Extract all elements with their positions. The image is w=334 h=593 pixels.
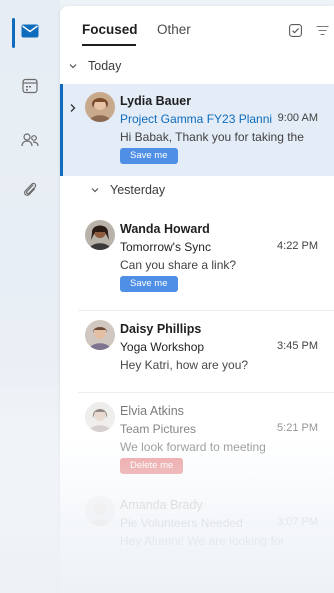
- avatar: [85, 496, 115, 526]
- chevron-down-icon: [68, 61, 78, 71]
- outlook-app: Focused Other Today Lydia Bauer Project …: [0, 0, 334, 593]
- group-header-yesterday[interactable]: Yesterday: [60, 176, 334, 204]
- message-item[interactable]: Lydia Bauer Project Gamma FY23 Planni 9:…: [60, 84, 334, 176]
- message-subject: Yoga Workshop: [120, 340, 205, 354]
- message-sender: Amanda Brady: [120, 498, 203, 512]
- tab-focused[interactable]: Focused: [82, 22, 138, 37]
- message-preview: Hey Alumni! We are looking for: [120, 534, 285, 548]
- message-time: 3:07 PM: [277, 516, 318, 528]
- rail-calendar-button[interactable]: [0, 68, 60, 108]
- message-subject: Tomorrow's Sync: [120, 240, 211, 254]
- filter-icon[interactable]: [315, 23, 329, 37]
- message-time: 3:45 PM: [277, 340, 318, 352]
- message-list-pane: Focused Other Today Lydia Bauer Project …: [60, 6, 334, 593]
- delete-me-button[interactable]: Delete me: [120, 458, 184, 474]
- message-sender: Wanda Howard: [120, 222, 210, 236]
- save-me-button[interactable]: Save me: [120, 276, 178, 292]
- message-subject: Pie Volunteers Needed: [120, 516, 243, 530]
- message-time: 4:22 PM: [277, 240, 318, 252]
- tab-other[interactable]: Other: [157, 22, 191, 37]
- calendar-icon: [22, 78, 38, 99]
- app-rail: [0, 0, 60, 593]
- selection-indicator: [60, 84, 63, 176]
- message-time: 5:21 PM: [277, 422, 318, 434]
- group-header-today[interactable]: Today: [60, 52, 334, 80]
- message-item[interactable]: Wanda Howard Tomorrow's Sync 4:22 PM Can…: [60, 212, 334, 306]
- message-time: 9:00 AM: [277, 112, 318, 124]
- attachment-icon: [22, 181, 38, 204]
- list-divider: [78, 392, 334, 393]
- message-preview: Can you share a link?: [120, 258, 237, 272]
- message-preview: Hi Babak, Thank you for taking the: [120, 130, 304, 144]
- rail-files-button[interactable]: [0, 172, 60, 212]
- rail-people-button[interactable]: [0, 122, 60, 162]
- message-subject: Team Pictures: [120, 422, 197, 436]
- message-subject: Project Gamma FY23 Planni: [120, 112, 273, 126]
- chevron-down-icon: [90, 185, 100, 195]
- message-item[interactable]: Daisy Phillips Yoga Workshop 3:45 PM Hey…: [60, 312, 334, 394]
- message-item[interactable]: Elvia Atkins Team Pictures 5:21 PM We lo…: [60, 394, 334, 486]
- message-item[interactable]: Amanda Brady Pie Volunteers Needed 3:07 …: [60, 488, 334, 560]
- avatar: [85, 92, 115, 122]
- save-me-button[interactable]: Save me: [120, 148, 178, 164]
- active-tab-indicator: [82, 44, 136, 46]
- message-sender: Lydia Bauer: [120, 94, 192, 108]
- avatar: [85, 320, 115, 350]
- message-preview: Hey Katri, how are you?: [120, 358, 249, 372]
- message-sender: Daisy Phillips: [120, 322, 202, 336]
- inbox-tabs: Focused Other: [60, 6, 334, 50]
- group-label-today: Today: [88, 59, 122, 73]
- avatar: [85, 220, 115, 250]
- list-divider: [78, 310, 334, 311]
- message-sender: Elvia Atkins: [120, 404, 184, 418]
- message-preview: We look forward to meeting: [120, 440, 266, 454]
- group-label-yesterday: Yesterday: [110, 183, 166, 197]
- people-icon: [21, 132, 39, 153]
- mail-icon: [21, 24, 39, 43]
- rail-mail-button[interactable]: [0, 13, 60, 53]
- select-mode-icon[interactable]: [288, 23, 302, 37]
- avatar: [85, 402, 115, 432]
- chevron-right-icon[interactable]: [69, 100, 77, 112]
